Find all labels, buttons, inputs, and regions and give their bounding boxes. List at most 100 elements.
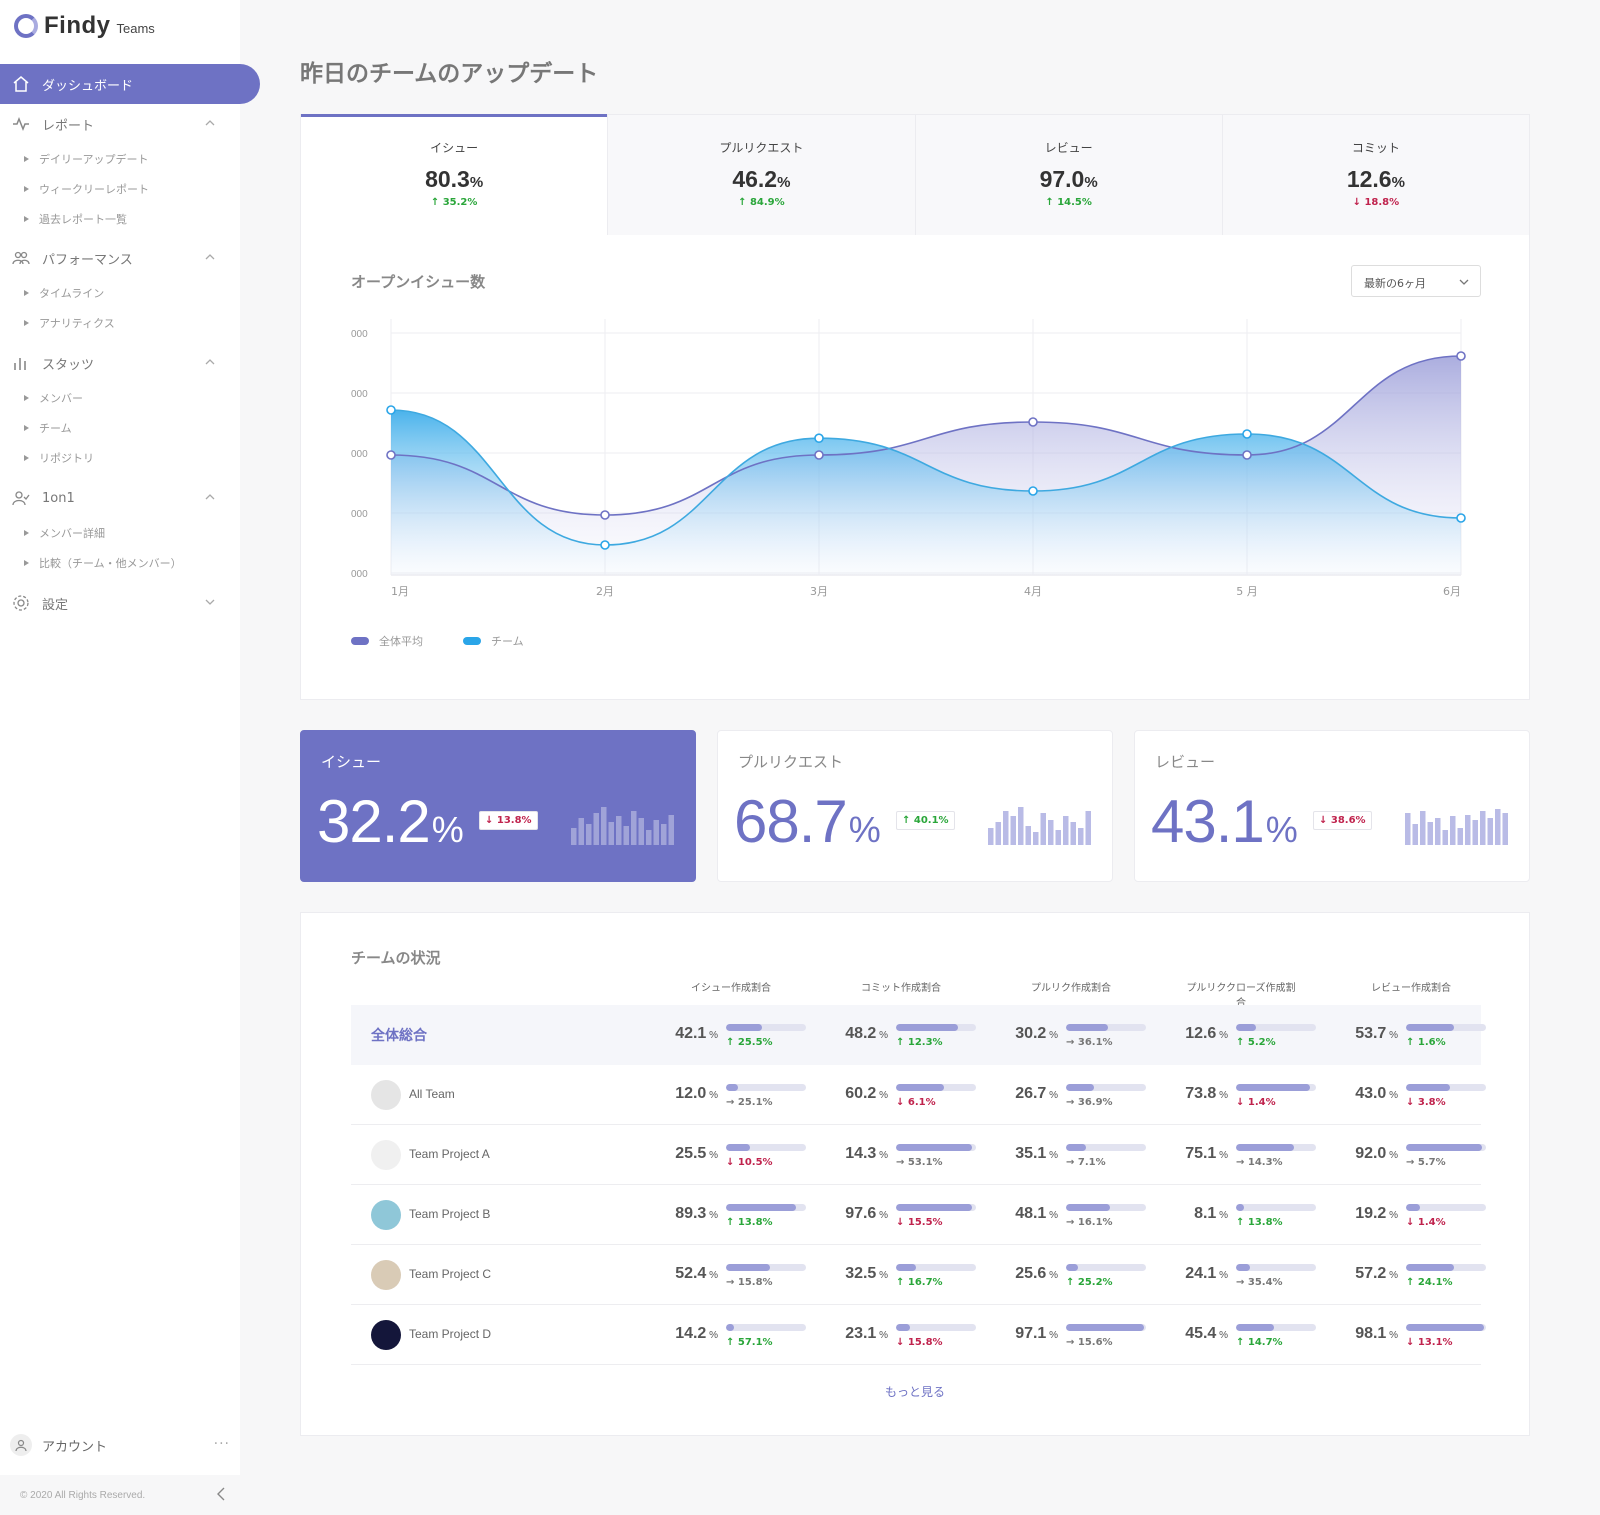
tab-label: コミット [1351, 141, 1400, 155]
progress-fill [1066, 1024, 1108, 1031]
period-select[interactable]: 最新の6ヶ月 [1351, 265, 1481, 297]
progress-bar [1066, 1084, 1146, 1091]
cell-delta: ↑ 24.1% [1406, 1277, 1453, 1288]
chevron-left-icon[interactable] [214, 1485, 228, 1503]
cell-value: 48.1 % [1015, 1205, 1058, 1222]
progress-bar [1066, 1264, 1146, 1271]
nav-group-1on1[interactable]: 1on1 [0, 482, 240, 514]
nav-item-repos[interactable]: リポジトリ [24, 448, 94, 468]
cell-delta: ↓ 6.1% [896, 1097, 936, 1108]
cell-delta: → 25.1% [726, 1097, 773, 1108]
cell-value: 92.0 % [1355, 1145, 1398, 1162]
nav-item-member-detail[interactable]: メンバー詳細 [24, 523, 105, 543]
spark-bar [1078, 828, 1084, 845]
spark-bar [668, 815, 674, 845]
team-name[interactable]: All Team [409, 1087, 455, 1101]
tab-review[interactable]: レビュー 97.0% ↑ 14.5% [915, 115, 1223, 235]
open-issues-chart: 000 000 000 000 000 1月 2月 3月 4月 5 月 6月 [351, 319, 1466, 598]
data-point[interactable] [1456, 513, 1466, 523]
nav-group-report[interactable]: レポート [0, 108, 240, 140]
nav-group-performance[interactable]: パフォーマンス [0, 242, 240, 274]
show-more-link[interactable]: もっと見る [301, 1383, 1529, 1400]
user-icon [15, 1439, 27, 1452]
table-row[interactable]: All Team 12.0 % → 25.1% 60.2 % ↓ 6.1% 26.7 % →… [351, 1065, 1486, 1125]
nav-item-label: デイリーアップデート [39, 153, 149, 166]
table-row[interactable]: Team Project C 52.4 % → 15.8% 32.5 % ↑ 16.7%… [351, 1245, 1486, 1305]
nav-item-compare[interactable]: 比較（チーム・他メンバー） [24, 553, 182, 573]
cell-value: 52.4 % [675, 1265, 718, 1282]
data-point[interactable] [1456, 351, 1466, 361]
legend-item-average[interactable]: 全体平均 [351, 633, 423, 649]
data-point[interactable] [600, 510, 610, 520]
caret-icon [24, 186, 29, 192]
logo[interactable]: Findy Teams [14, 12, 155, 40]
spark-bar [601, 807, 607, 845]
cell-value: 8.1 % [1194, 1205, 1228, 1222]
nav-item-history[interactable]: 過去レポート一覧 [24, 209, 127, 229]
progress-fill [1236, 1144, 1294, 1151]
metric-cell: 8.1 % ↑ 13.8% [1146, 1199, 1316, 1231]
nav-item-analytics[interactable]: アナリティクス [24, 313, 115, 333]
spark-bar [995, 822, 1001, 845]
nav-item-timeline[interactable]: タイムライン [24, 283, 104, 303]
team-name[interactable]: Team Project B [409, 1207, 490, 1221]
team-name[interactable]: Team Project D [409, 1327, 491, 1341]
tab-value: 46.2% [732, 166, 791, 192]
cell-delta: ↑ 5.2% [1236, 1037, 1276, 1048]
kpi-card-review[interactable]: レビュー 43.1% ↓ 38.6% [1134, 730, 1530, 882]
nav-item-daily[interactable]: デイリーアップデート [24, 149, 149, 169]
caret-icon [24, 156, 29, 162]
progress-bar [1406, 1204, 1486, 1211]
data-point[interactable] [1028, 486, 1038, 496]
data-point[interactable] [386, 405, 396, 415]
kpi-delta-badge: ↓ 38.6% [1313, 811, 1372, 830]
data-point[interactable] [1028, 417, 1038, 427]
cell-value: 14.3 % [845, 1145, 888, 1162]
tab-issue[interactable]: イシュー 80.3% ↑ 35.2% [301, 114, 609, 235]
nav-dashboard[interactable]: ダッシュボード [0, 64, 260, 104]
metric-cell: 97.1 % → 15.6% [976, 1319, 1146, 1351]
x-tick-label: 3月 [810, 585, 828, 598]
spark-bar [653, 820, 659, 845]
spark-bar [1420, 811, 1426, 845]
team-name[interactable]: Team Project C [409, 1267, 491, 1281]
kpi-card-issue[interactable]: イシュー 32.2% ↓ 13.8% [300, 730, 696, 882]
data-point[interactable] [1242, 450, 1252, 460]
nav-item-members[interactable]: メンバー [24, 388, 83, 408]
cell-value: 75.1 % [1185, 1145, 1228, 1162]
cell-delta: → 16.1% [1066, 1217, 1113, 1228]
nav-group-settings[interactable]: 設定 [0, 587, 240, 619]
kpi-value: 68.7% [734, 788, 881, 855]
kpi-sparkbars [571, 807, 674, 845]
caret-icon [24, 455, 29, 461]
tab-pullrequest[interactable]: プルリクエスト 46.2% ↑ 84.9% [608, 115, 916, 235]
progress-fill [1406, 1204, 1421, 1211]
table-row[interactable]: Team Project D 14.2 % ↑ 57.1% 23.1 % ↓ 15.8%… [351, 1305, 1486, 1365]
tab-commit[interactable]: コミット 12.6% ↓ 18.8% [1222, 115, 1529, 235]
nav-item-teams[interactable]: チーム [24, 418, 72, 438]
spark-bar [661, 824, 667, 845]
data-point[interactable] [814, 433, 824, 443]
cell-delta: → 36.9% [1066, 1097, 1113, 1108]
data-point[interactable] [1242, 429, 1252, 439]
kpi-card-pullrequest[interactable]: プルリクエスト 68.7% ↑ 40.1% [717, 730, 1113, 882]
table-row[interactable]: Team Project A 25.5 % ↓ 10.5% 14.3 % → 53.1%… [351, 1125, 1486, 1185]
account-menu[interactable]: アカウント ··· [10, 1430, 230, 1460]
progress-bar [1406, 1324, 1486, 1331]
metric-cell: 48.1 % → 16.1% [976, 1199, 1146, 1231]
data-point[interactable] [600, 540, 610, 550]
data-point[interactable] [386, 450, 396, 460]
data-point[interactable] [814, 450, 824, 460]
team-name[interactable]: Team Project A [409, 1147, 490, 1161]
table-row-total[interactable]: 全体総合 42.1 % ↑ 25.5% 48.2 % ↑ 12.3% 30.2 % → 36… [351, 1005, 1486, 1065]
metric-cell: 97.6 % ↓ 15.5% [806, 1199, 976, 1231]
legend-item-team[interactable]: チーム [463, 633, 524, 649]
nav-item-label: チーム [39, 422, 72, 435]
nav-item-weekly[interactable]: ウィークリーレポート [24, 179, 149, 199]
more-icon[interactable]: ··· [214, 1436, 230, 1452]
table-row[interactable]: Team Project B 89.3 % ↑ 13.8% 97.6 % ↓ 15.5%… [351, 1185, 1486, 1245]
tab-label: プルリクエスト [719, 141, 804, 155]
nav-group-stats[interactable]: スタッツ [0, 347, 240, 379]
x-tick-label: 4月 [1024, 585, 1042, 598]
metric-cell: 19.2 % ↓ 1.4% [1316, 1199, 1486, 1231]
